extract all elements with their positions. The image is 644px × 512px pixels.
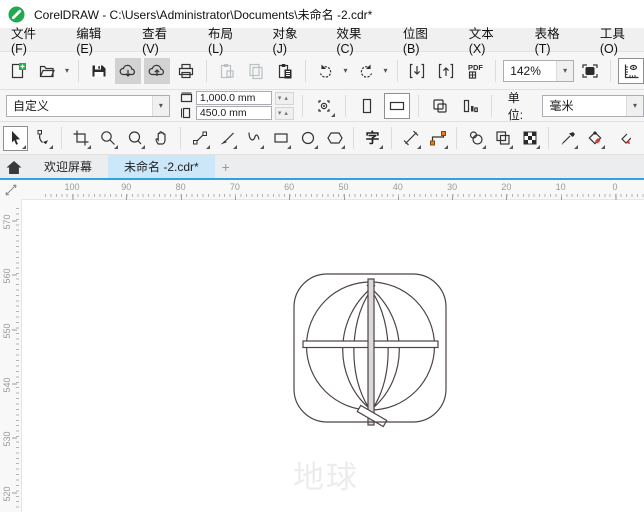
vertical-ruler[interactable]: 570 560 550 540 530 520 [0, 200, 22, 512]
print-button[interactable] [173, 58, 199, 84]
undo-button[interactable] [313, 58, 339, 84]
property-bar: 自定义 ▾ 1,000.0 mm ▾▴ 450.0 mm ▾▴ 单位: 毫米 ▾ [0, 90, 644, 122]
units-value: 毫米 [549, 99, 574, 113]
transparency-tool-button[interactable] [490, 126, 515, 151]
artwork-label: 地球 [293, 460, 359, 495]
canvas[interactable]: 地球 [22, 200, 644, 512]
menu-item-bitmaps[interactable]: 位图(B) [400, 21, 446, 58]
zoom-tool-button[interactable] [95, 126, 120, 151]
window-title: CorelDRAW - C:\Users\Administrator\Docum… [34, 7, 373, 22]
rectangle-tool-button[interactable] [268, 126, 293, 151]
cloud-upload-button[interactable] [143, 57, 170, 84]
menu-item-view[interactable]: 查看(V) [139, 21, 185, 58]
paste-button[interactable] [272, 58, 298, 84]
menu-item-effects[interactable]: 效果(C) [333, 21, 380, 58]
menu-item-object[interactable]: 对象(J) [269, 21, 313, 58]
units-combo[interactable]: 毫米 ▾ [542, 94, 644, 117]
menu-item-tools[interactable]: 工具(O) [597, 21, 644, 58]
home-button[interactable] [0, 155, 28, 178]
pattern-fill-button[interactable] [517, 126, 542, 151]
text-tool-glyph: 字 [365, 130, 380, 146]
tab-document[interactable]: 未命名 -2.cdr* [108, 155, 215, 178]
open-dropdown-caret[interactable]: ▾ [63, 66, 71, 75]
zoom-combo-caret[interactable]: ▾ [556, 60, 574, 81]
menu-item-file[interactable]: 文件(F) [8, 21, 53, 58]
menu-item-text[interactable]: 文本(X) [466, 21, 512, 58]
fit-page-button[interactable] [311, 93, 337, 119]
document-tab-bar: 欢迎屏幕 未命名 -2.cdr* + [0, 155, 644, 178]
horizontal-ruler[interactable]: 100 90 80 70 60 50 40 30 20 10 0 [22, 180, 644, 200]
home-icon [6, 160, 22, 174]
menu-item-layout[interactable]: 布局(L) [205, 21, 250, 58]
save-button[interactable] [86, 58, 112, 84]
units-combo-caret[interactable]: ▾ [625, 95, 643, 116]
redo-button[interactable] [353, 58, 379, 84]
current-page-button[interactable] [457, 93, 483, 119]
cloud-download-button[interactable] [114, 57, 141, 84]
page-preset-caret[interactable]: ▾ [151, 95, 169, 116]
smart-fill-tool-button[interactable] [609, 126, 634, 151]
dimension-tool-button[interactable] [398, 126, 423, 151]
pen-tool-button[interactable] [241, 126, 266, 151]
polygon-tool-button[interactable] [322, 126, 347, 151]
crop-tool-button[interactable] [68, 126, 93, 151]
ruler-origin-button[interactable] [0, 180, 22, 200]
zoom-level-combo[interactable]: 142% ▾ [503, 59, 575, 82]
ellipse-tool-button[interactable] [295, 126, 320, 151]
zoom-level-value: 142% [510, 63, 541, 78]
page-height-icon [180, 107, 190, 119]
pan-tool-button[interactable] [149, 126, 174, 151]
menu-bar: 文件(F) 编辑(E) 查看(V) 布局(L) 对象(J) 效果(C) 位图(B… [0, 27, 644, 56]
page-height-spinner[interactable]: ▾▴ [274, 106, 294, 120]
page-width-icon [180, 92, 192, 103]
svg-text:PDF: PDF [468, 63, 483, 72]
import-button[interactable] [404, 58, 430, 84]
menu-item-table[interactable]: 表格(T) [532, 21, 577, 58]
shape-tool-button[interactable] [30, 126, 55, 151]
menu-item-edit[interactable]: 编辑(E) [73, 21, 119, 58]
effect-tool-button[interactable] [463, 126, 488, 151]
page-width-field[interactable]: 1,000.0 mm [195, 91, 272, 105]
page-preset-value: 自定义 [13, 99, 50, 113]
artistic-media-tool-button[interactable] [214, 126, 239, 151]
ruler-toggle-button[interactable] [618, 57, 644, 84]
ruler-origin-icon [5, 184, 17, 196]
zoom-out-tool-button[interactable] [122, 126, 147, 151]
all-pages-button[interactable] [427, 93, 453, 119]
page-height-field[interactable]: 450.0 mm [195, 106, 272, 120]
freehand-tool-button[interactable] [187, 126, 212, 151]
portrait-button[interactable] [354, 93, 380, 119]
redo-dropdown-caret[interactable]: ▾ [382, 66, 390, 75]
page-preset-combo[interactable]: 自定义 ▾ [6, 94, 170, 117]
toolbox: 字 [0, 122, 644, 155]
eyedropper-tool-button[interactable] [555, 126, 580, 151]
fullscreen-preview-button[interactable] [577, 58, 603, 84]
new-document-button[interactable] [5, 58, 31, 84]
drawing-globe-icon[interactable] [285, 265, 455, 435]
connector-tool-button[interactable] [425, 126, 450, 151]
landscape-button[interactable] [383, 92, 410, 119]
new-tab-button[interactable]: + [215, 155, 237, 178]
pdf-export-button[interactable]: PDF [462, 58, 488, 84]
open-button[interactable] [34, 58, 60, 84]
export-button[interactable] [433, 58, 459, 84]
interactive-fill-tool-button[interactable] [582, 126, 607, 151]
pick-tool-button[interactable] [3, 125, 28, 151]
text-tool-button[interactable]: 字 [360, 126, 385, 151]
undo-dropdown-caret[interactable]: ▾ [342, 66, 350, 75]
coreldraw-logo-icon [8, 6, 25, 23]
tab-welcome-screen[interactable]: 欢迎屏幕 [28, 155, 108, 178]
page-size-block: 1,000.0 mm ▾▴ 450.0 mm ▾▴ [180, 91, 294, 120]
vertical-bar [367, 278, 375, 426]
units-label: 单位: [507, 90, 524, 122]
copy-button [243, 58, 269, 84]
page-width-spinner[interactable]: ▾▴ [274, 91, 294, 105]
paste-special-button [214, 58, 240, 84]
